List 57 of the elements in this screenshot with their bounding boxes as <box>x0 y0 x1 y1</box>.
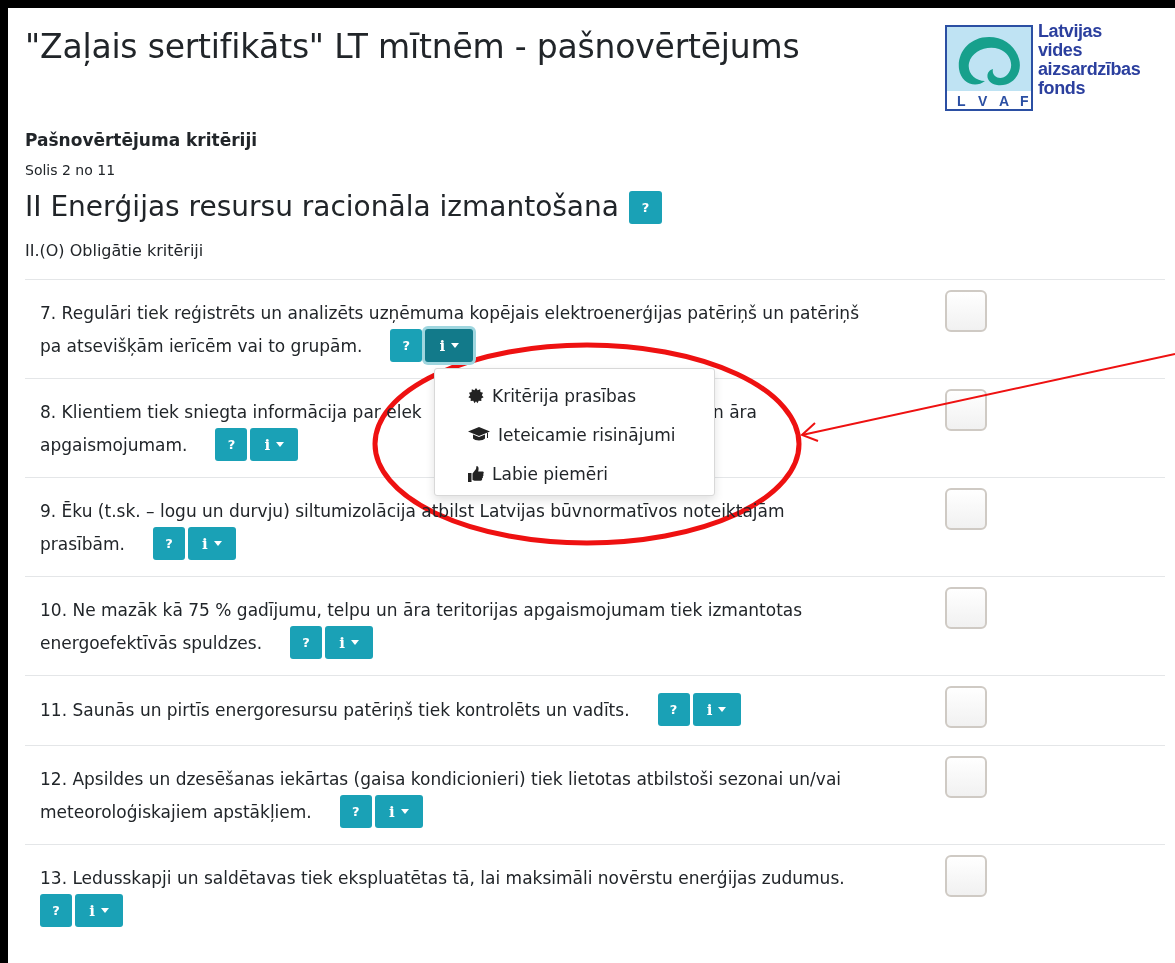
info-dropdown-button[interactable]: i <box>75 894 123 927</box>
menu-item[interactable]: Ieteicamie risinājumi <box>435 415 714 454</box>
checkbox[interactable] <box>945 855 987 897</box>
caret-icon <box>350 640 359 645</box>
page-title: "Zaļais sertifikāts" LT mītnēm - pašnovērtējums <box>25 26 801 68</box>
criterion-text: 10. Ne mazāk kā 75 % gadījumu, telpu un āra teritorijas apgaismojumam tiek izmantotas <box>40 599 803 622</box>
caret-icon <box>213 541 222 546</box>
checkbox[interactable] <box>945 756 987 798</box>
help-button[interactable]: ? <box>628 190 662 224</box>
info-dropdown-button[interactable]: i <box>325 626 374 659</box>
criterion-text: 7. Regulāri tiek reģistrēts un analizēts uzņēmuma kopējais elektroenerģijas patēriņš un patēriņš <box>40 302 859 325</box>
checkbox[interactable] <box>945 587 987 629</box>
menu-item[interactable]: Labie piemēri <box>435 454 714 493</box>
section-title: II Enerģijas resursu racionāla izmantošana <box>25 189 619 225</box>
logo-text: Latvijas <box>1038 22 1103 41</box>
help-button[interactable]: ? <box>390 329 423 362</box>
criterion-text: meteoroloģiskajiem apstākļiem. <box>40 800 312 824</box>
checkbox[interactable] <box>945 389 987 431</box>
criterion-text: pa atsevišķām ierīcēm vai to grupām. <box>40 334 363 358</box>
logo-icon: L V A F <box>945 25 1033 111</box>
info-dropdown-button[interactable]: i <box>250 428 299 461</box>
criterion-text: energoefektīvās spuldzes. <box>40 631 263 655</box>
criterion-text: prasībām. <box>40 532 125 556</box>
subsection-title: II.(O) Obligātie kritēriji <box>25 240 205 262</box>
logo-text: aizsardzības <box>1038 60 1141 79</box>
criterion-text: 12. Apsildes un dzesēšanas iekārtas (gaisa kondicionieri) tiek lietotas atbilstoši sezonai un/vai <box>40 768 842 791</box>
caret-icon <box>718 707 727 712</box>
help-button[interactable]: ? <box>40 894 72 927</box>
checkbox[interactable] <box>945 686 987 728</box>
caret-icon <box>276 442 285 447</box>
criterion-text: 13. Ledusskapji un saldētavas tiek ekspluatētas tā, lai maksimāli novērstu enerģijas zudumus. <box>40 867 845 890</box>
criterion-text: n āra <box>713 401 757 424</box>
graduation-cap-icon <box>468 427 490 442</box>
criterion-text: 8. Klientiem tiek sniegta informācija par elek <box>40 401 422 424</box>
logo-text: fonds <box>1038 79 1086 98</box>
help-button[interactable]: ? <box>339 795 372 828</box>
checkbox[interactable] <box>945 488 987 530</box>
help-button[interactable]: ? <box>152 527 185 560</box>
caret-icon <box>451 343 460 348</box>
info-dropdown-button[interactable]: i <box>374 795 423 828</box>
caret-icon <box>400 809 409 814</box>
info-dropdown-button[interactable]: i <box>692 693 741 726</box>
criterion-text: apgaismojumam. <box>40 433 188 457</box>
step-indicator: Solis 2 no 11 <box>25 161 117 180</box>
page-heading: Pašnovērtējuma kritēriji <box>25 129 259 152</box>
thumbs-up-icon <box>468 465 484 482</box>
help-button[interactable]: ? <box>215 428 248 461</box>
help-button[interactable]: ? <box>657 693 690 726</box>
menu-item[interactable]: Kritērija prasības <box>435 376 714 415</box>
checkbox[interactable] <box>945 290 987 332</box>
logo-text: vides <box>1038 41 1083 60</box>
caret-icon <box>100 908 109 913</box>
help-button[interactable]: ? <box>290 626 323 659</box>
info-dropdown-button[interactable]: i <box>425 329 474 362</box>
criterion-text: 11. Saunās un pirtīs energoresursu patēriņš tiek kontrolēts un vadīts. <box>40 698 630 722</box>
seal-icon <box>468 387 484 404</box>
info-dropdown-button[interactable]: i <box>187 527 236 560</box>
